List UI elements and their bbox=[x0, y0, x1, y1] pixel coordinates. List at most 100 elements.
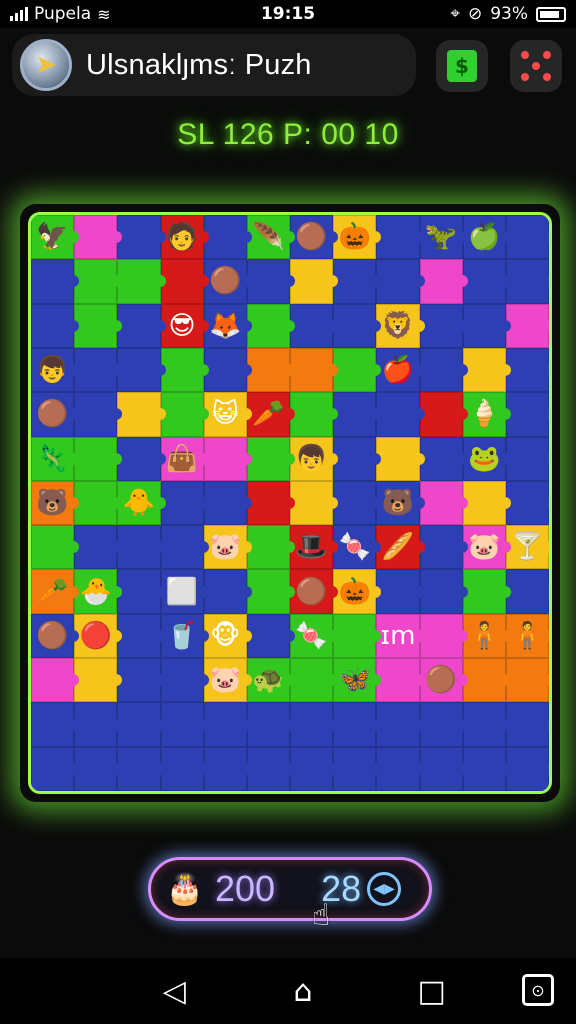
puzzle-piece[interactable] bbox=[160, 392, 209, 437]
puzzle-piece[interactable] bbox=[117, 658, 166, 703]
home-button[interactable]: ⌂ bbox=[283, 971, 323, 1011]
puzzle-piece[interactable] bbox=[333, 702, 382, 747]
puzzle-piece[interactable]: 🦊 bbox=[203, 303, 253, 348]
puzzle-piece[interactable] bbox=[505, 480, 549, 526]
puzzle-piece[interactable] bbox=[160, 259, 209, 304]
puzzle-piece[interactable] bbox=[246, 569, 296, 614]
puzzle-piece[interactable] bbox=[505, 746, 549, 791]
puzzle-piece[interactable] bbox=[462, 480, 512, 526]
puzzle-piece[interactable] bbox=[74, 746, 123, 791]
puzzle-piece[interactable]: 🧑 bbox=[160, 215, 209, 260]
puzzle-piece[interactable] bbox=[505, 303, 549, 348]
puzzle-piece[interactable]: 🪶 bbox=[246, 215, 296, 260]
puzzle-piece[interactable] bbox=[333, 303, 382, 348]
puzzle-piece[interactable] bbox=[31, 259, 80, 304]
puzzle-piece[interactable] bbox=[419, 436, 468, 481]
puzzle-piece[interactable] bbox=[117, 215, 166, 260]
puzzle-piece[interactable] bbox=[505, 569, 549, 614]
puzzle-piece[interactable]: 🐻 bbox=[376, 480, 425, 526]
puzzle-piece[interactable] bbox=[74, 215, 123, 260]
puzzle-piece[interactable] bbox=[203, 702, 253, 747]
puzzle-piece[interactable] bbox=[333, 613, 382, 659]
puzzle-piece[interactable] bbox=[74, 658, 123, 703]
puzzle-piece[interactable] bbox=[117, 303, 166, 348]
puzzle-piece[interactable] bbox=[462, 702, 512, 747]
puzzle-piece[interactable] bbox=[462, 259, 512, 304]
back-button[interactable]: ◁ bbox=[154, 971, 194, 1011]
puzzle-piece[interactable] bbox=[462, 746, 512, 791]
puzzle-piece[interactable]: 🐷 bbox=[462, 525, 512, 570]
puzzle-piece[interactable]: 🔴 bbox=[74, 613, 123, 659]
puzzle-piece[interactable]: 🟤 bbox=[31, 392, 80, 437]
puzzle-piece[interactable] bbox=[203, 746, 253, 791]
puzzle-piece[interactable] bbox=[31, 702, 80, 747]
puzzle-piece[interactable] bbox=[505, 436, 549, 481]
puzzle-piece[interactable] bbox=[160, 525, 209, 570]
puzzle-piece[interactable] bbox=[74, 702, 123, 747]
puzzle-piece[interactable] bbox=[505, 392, 549, 437]
puzzle-piece[interactable] bbox=[246, 746, 296, 791]
puzzle-piece[interactable] bbox=[117, 392, 166, 437]
puzzle-piece[interactable] bbox=[117, 702, 166, 747]
puzzle-piece[interactable]: 🧍 bbox=[462, 613, 512, 659]
screenshot-button[interactable]: ⊙ bbox=[522, 974, 554, 1006]
puzzle-piece[interactable] bbox=[462, 303, 512, 348]
puzzle-piece[interactable]: 🟤 bbox=[290, 569, 339, 614]
puzzle-piece[interactable] bbox=[74, 480, 123, 526]
puzzle-piece[interactable]: 😎 bbox=[160, 303, 209, 348]
share-button[interactable]: $ bbox=[436, 40, 488, 92]
puzzle-piece[interactable]: 🦅 bbox=[31, 215, 80, 260]
play-button[interactable]: ◀▶ bbox=[367, 872, 402, 906]
puzzle-piece[interactable]: 🥕 bbox=[31, 569, 80, 614]
puzzle-piece[interactable]: 🎃 bbox=[333, 569, 382, 614]
puzzle-piece[interactable] bbox=[74, 259, 123, 304]
puzzle-piece[interactable] bbox=[117, 436, 166, 481]
puzzle-piece[interactable]: 🐻 bbox=[31, 480, 80, 526]
puzzle-piece[interactable] bbox=[246, 702, 296, 747]
puzzle-piece[interactable] bbox=[505, 702, 549, 747]
puzzle-piece[interactable] bbox=[419, 259, 468, 304]
puzzle-piece[interactable] bbox=[333, 480, 382, 526]
puzzle-piece[interactable] bbox=[117, 569, 166, 614]
puzzle-piece[interactable]: 🟤 bbox=[203, 259, 253, 304]
puzzle-piece[interactable]: 🧍 bbox=[505, 613, 549, 659]
puzzle-piece[interactable] bbox=[203, 569, 253, 614]
puzzle-piece[interactable] bbox=[117, 525, 166, 570]
puzzle-piece[interactable]: 🎃 bbox=[333, 215, 382, 260]
puzzle-board[interactable]: 🦅 🧑 🪶 🟤 🎃 🦖 🍏 🟤 😎 🦊 🦁 👦 🍎 🟤 😺 🥕 🍦 🦎 👜 👦 🐸 🐻 🐥 🐻 🐷 🎩 🍬 🥖 🐷 🍸 🥕 🐣 ⬜ 🟤 🎃 🟤 🔴 🥤 🐵 🍬… bbox=[28, 212, 552, 794]
puzzle-piece[interactable] bbox=[290, 746, 339, 791]
puzzle-piece[interactable] bbox=[419, 569, 468, 614]
puzzle-piece[interactable]: ⬜ bbox=[160, 569, 209, 614]
puzzle-piece[interactable] bbox=[462, 347, 512, 393]
puzzle-piece[interactable] bbox=[376, 658, 425, 703]
puzzle-piece[interactable]: 🍸 bbox=[505, 525, 549, 570]
puzzle-piece[interactable] bbox=[203, 347, 253, 393]
puzzle-piece[interactable] bbox=[160, 347, 209, 393]
puzzle-piece[interactable]: 🐸 bbox=[462, 436, 512, 481]
puzzle-piece[interactable] bbox=[290, 702, 339, 747]
puzzle-piece[interactable] bbox=[246, 303, 296, 348]
puzzle-piece[interactable] bbox=[74, 392, 123, 437]
puzzle-piece[interactable]: 🥖 bbox=[376, 525, 425, 570]
puzzle-piece[interactable] bbox=[74, 347, 123, 393]
puzzle-piece[interactable]: 🟤 bbox=[290, 215, 339, 260]
puzzle-piece[interactable]: 🎩 bbox=[290, 525, 339, 570]
eagle-logo-icon[interactable]: ➤ bbox=[20, 39, 72, 91]
puzzle-piece[interactable]: 👜 bbox=[160, 436, 209, 481]
puzzle-piece[interactable] bbox=[419, 347, 468, 393]
puzzle-piece[interactable]: 😺 bbox=[203, 392, 253, 437]
puzzle-piece[interactable] bbox=[376, 746, 425, 791]
puzzle-piece[interactable] bbox=[117, 613, 166, 659]
puzzle-piece[interactable] bbox=[505, 259, 549, 304]
puzzle-piece[interactable]: ɪm bbox=[376, 613, 425, 659]
puzzle-piece[interactable] bbox=[246, 525, 296, 570]
puzzle-piece[interactable] bbox=[333, 259, 382, 304]
puzzle-piece[interactable] bbox=[160, 746, 209, 791]
puzzle-piece[interactable] bbox=[74, 525, 123, 570]
puzzle-piece[interactable] bbox=[462, 569, 512, 614]
puzzle-piece[interactable] bbox=[290, 480, 339, 526]
puzzle-piece[interactable]: 🐣 bbox=[74, 569, 123, 614]
puzzle-piece[interactable]: 🦎 bbox=[31, 436, 80, 481]
puzzle-piece[interactable]: 🍏 bbox=[462, 215, 512, 260]
puzzle-piece[interactable] bbox=[419, 525, 468, 570]
